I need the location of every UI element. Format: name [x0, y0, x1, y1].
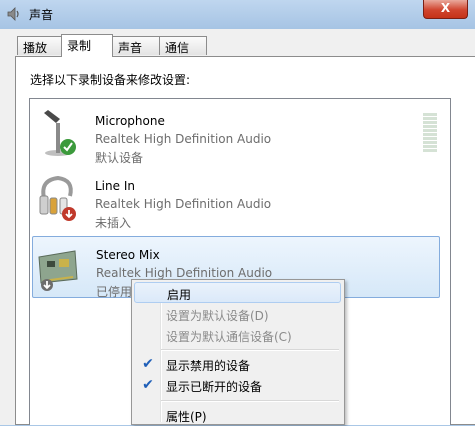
menu-item-label: 设置为默认通信设备(C): [166, 330, 292, 344]
device-driver: Realtek High Definition Audio: [96, 266, 273, 280]
context-menu[interactable]: 启用 设置为默认设备(D) 设置为默认通信设备(C) ✔ 显示禁用的设备 ✔ 显…: [131, 279, 345, 425]
close-button[interactable]: X: [423, 0, 468, 19]
device-name: Microphone: [95, 114, 165, 128]
sound-card-icon: [38, 250, 78, 291]
line-in-cable-icon: [39, 175, 76, 221]
device-name: Line In: [95, 179, 135, 193]
menu-item-label: 属性(P): [166, 410, 207, 424]
menu-item-show-disabled[interactable]: ✔ 显示禁用的设备: [134, 354, 341, 375]
menu-item-label: 启用: [167, 288, 192, 302]
menu-item-show-disconnected[interactable]: ✔ 显示已断开的设备: [134, 375, 341, 396]
tab-playback[interactable]: 播放: [17, 36, 62, 55]
menu-separator: [161, 349, 339, 351]
tab-sounds[interactable]: 声音: [112, 36, 160, 55]
device-status: 默认设备: [95, 151, 144, 165]
speaker-icon: [7, 7, 19, 21]
microphone-icon: [44, 110, 76, 156]
window-title: 声音: [29, 8, 54, 22]
tab-communications[interactable]: 通信: [159, 36, 207, 55]
menu-item-set-default-communication[interactable]: 设置为默认通信设备(C): [134, 325, 341, 346]
menu-separator: [161, 400, 339, 402]
device-name: Stereo Mix: [96, 248, 160, 262]
menu-item-enable[interactable]: 启用: [134, 282, 341, 303]
instruction-text: 选择以下录制设备来修改设置:: [30, 73, 191, 87]
device-status: 未插入: [95, 216, 132, 230]
device-line-in[interactable]: Line In Realtek High Definition Audio 未插…: [32, 168, 440, 230]
menu-item-label: 显示禁用的设备: [166, 359, 251, 373]
level-meter: [423, 113, 437, 155]
checkmark-icon: ✔: [142, 356, 154, 372]
tab-recording[interactable]: 录制: [61, 34, 113, 57]
menu-item-label: 显示已断开的设备: [166, 380, 263, 394]
device-driver: Realtek High Definition Audio: [95, 197, 272, 211]
menu-item-label: 设置为默认设备(D): [166, 309, 269, 323]
device-driver: Realtek High Definition Audio: [95, 132, 272, 146]
menu-item-set-default[interactable]: 设置为默认设备(D): [134, 304, 341, 325]
menu-item-properties[interactable]: 属性(P): [134, 405, 341, 426]
device-status: 已停用: [96, 285, 133, 299]
title-bar[interactable]: 声音 X: [0, 0, 475, 29]
device-microphone[interactable]: Microphone Realtek High Definition Audio…: [32, 103, 440, 165]
checkmark-icon: ✔: [142, 377, 154, 393]
